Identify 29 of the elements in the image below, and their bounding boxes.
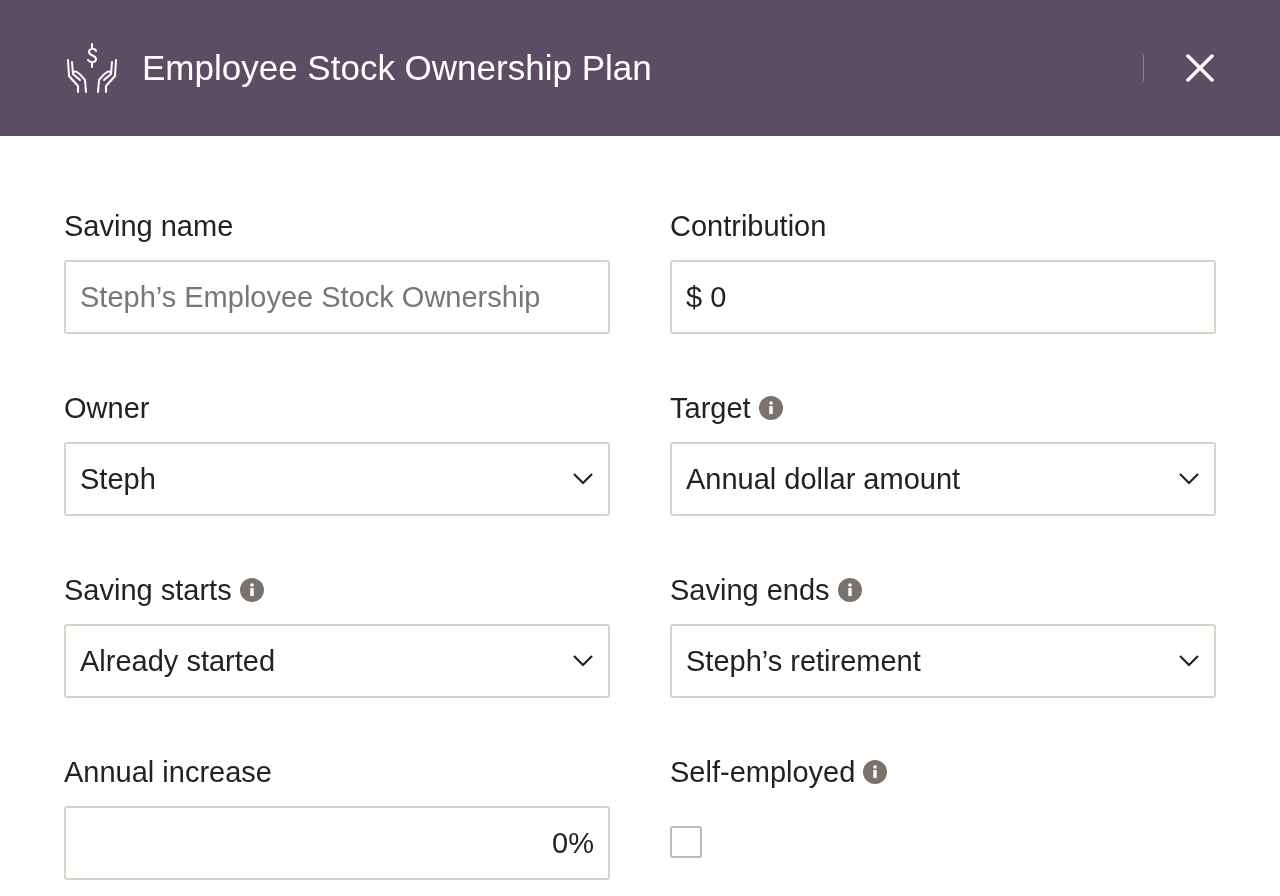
dialog-title: Employee Stock Ownership Plan (142, 48, 653, 88)
chevron-down-icon (572, 654, 594, 668)
field-label: Contribution (670, 209, 827, 243)
percent-field[interactable]: 0% (64, 806, 610, 880)
info-icon[interactable] (863, 760, 888, 784)
field-label: Target (670, 391, 751, 425)
checkbox[interactable] (670, 826, 702, 858)
field-label: Saving ends (670, 573, 830, 607)
currency-field[interactable]: $ 0 (670, 260, 1216, 334)
text-field[interactable]: Steph’s Employee Stock Ownership (64, 260, 610, 334)
field-label: Saving starts (64, 573, 232, 607)
chevron-down-icon (572, 472, 594, 486)
chevron-down-icon (1178, 654, 1200, 668)
hands-dollar-icon (64, 40, 120, 96)
select-dropdown[interactable]: Steph (64, 442, 610, 516)
select-dropdown[interactable]: Already started (64, 624, 610, 698)
currency-symbol: $ (686, 280, 703, 314)
field-label: Self-employed (670, 755, 856, 789)
select-dropdown[interactable]: Steph’s retirement (670, 624, 1216, 698)
select-dropdown[interactable]: Annual dollar amount (670, 442, 1216, 516)
field-label: Saving name (64, 209, 234, 243)
close-button[interactable] (1184, 52, 1216, 84)
amount-input[interactable]: 0 (710, 280, 1200, 314)
chevron-down-icon (1178, 472, 1200, 486)
field-label: Owner (64, 391, 150, 425)
field-label: Annual increase (64, 755, 272, 789)
info-icon[interactable] (239, 578, 264, 602)
info-icon[interactable] (837, 578, 862, 602)
info-icon[interactable] (758, 396, 783, 420)
